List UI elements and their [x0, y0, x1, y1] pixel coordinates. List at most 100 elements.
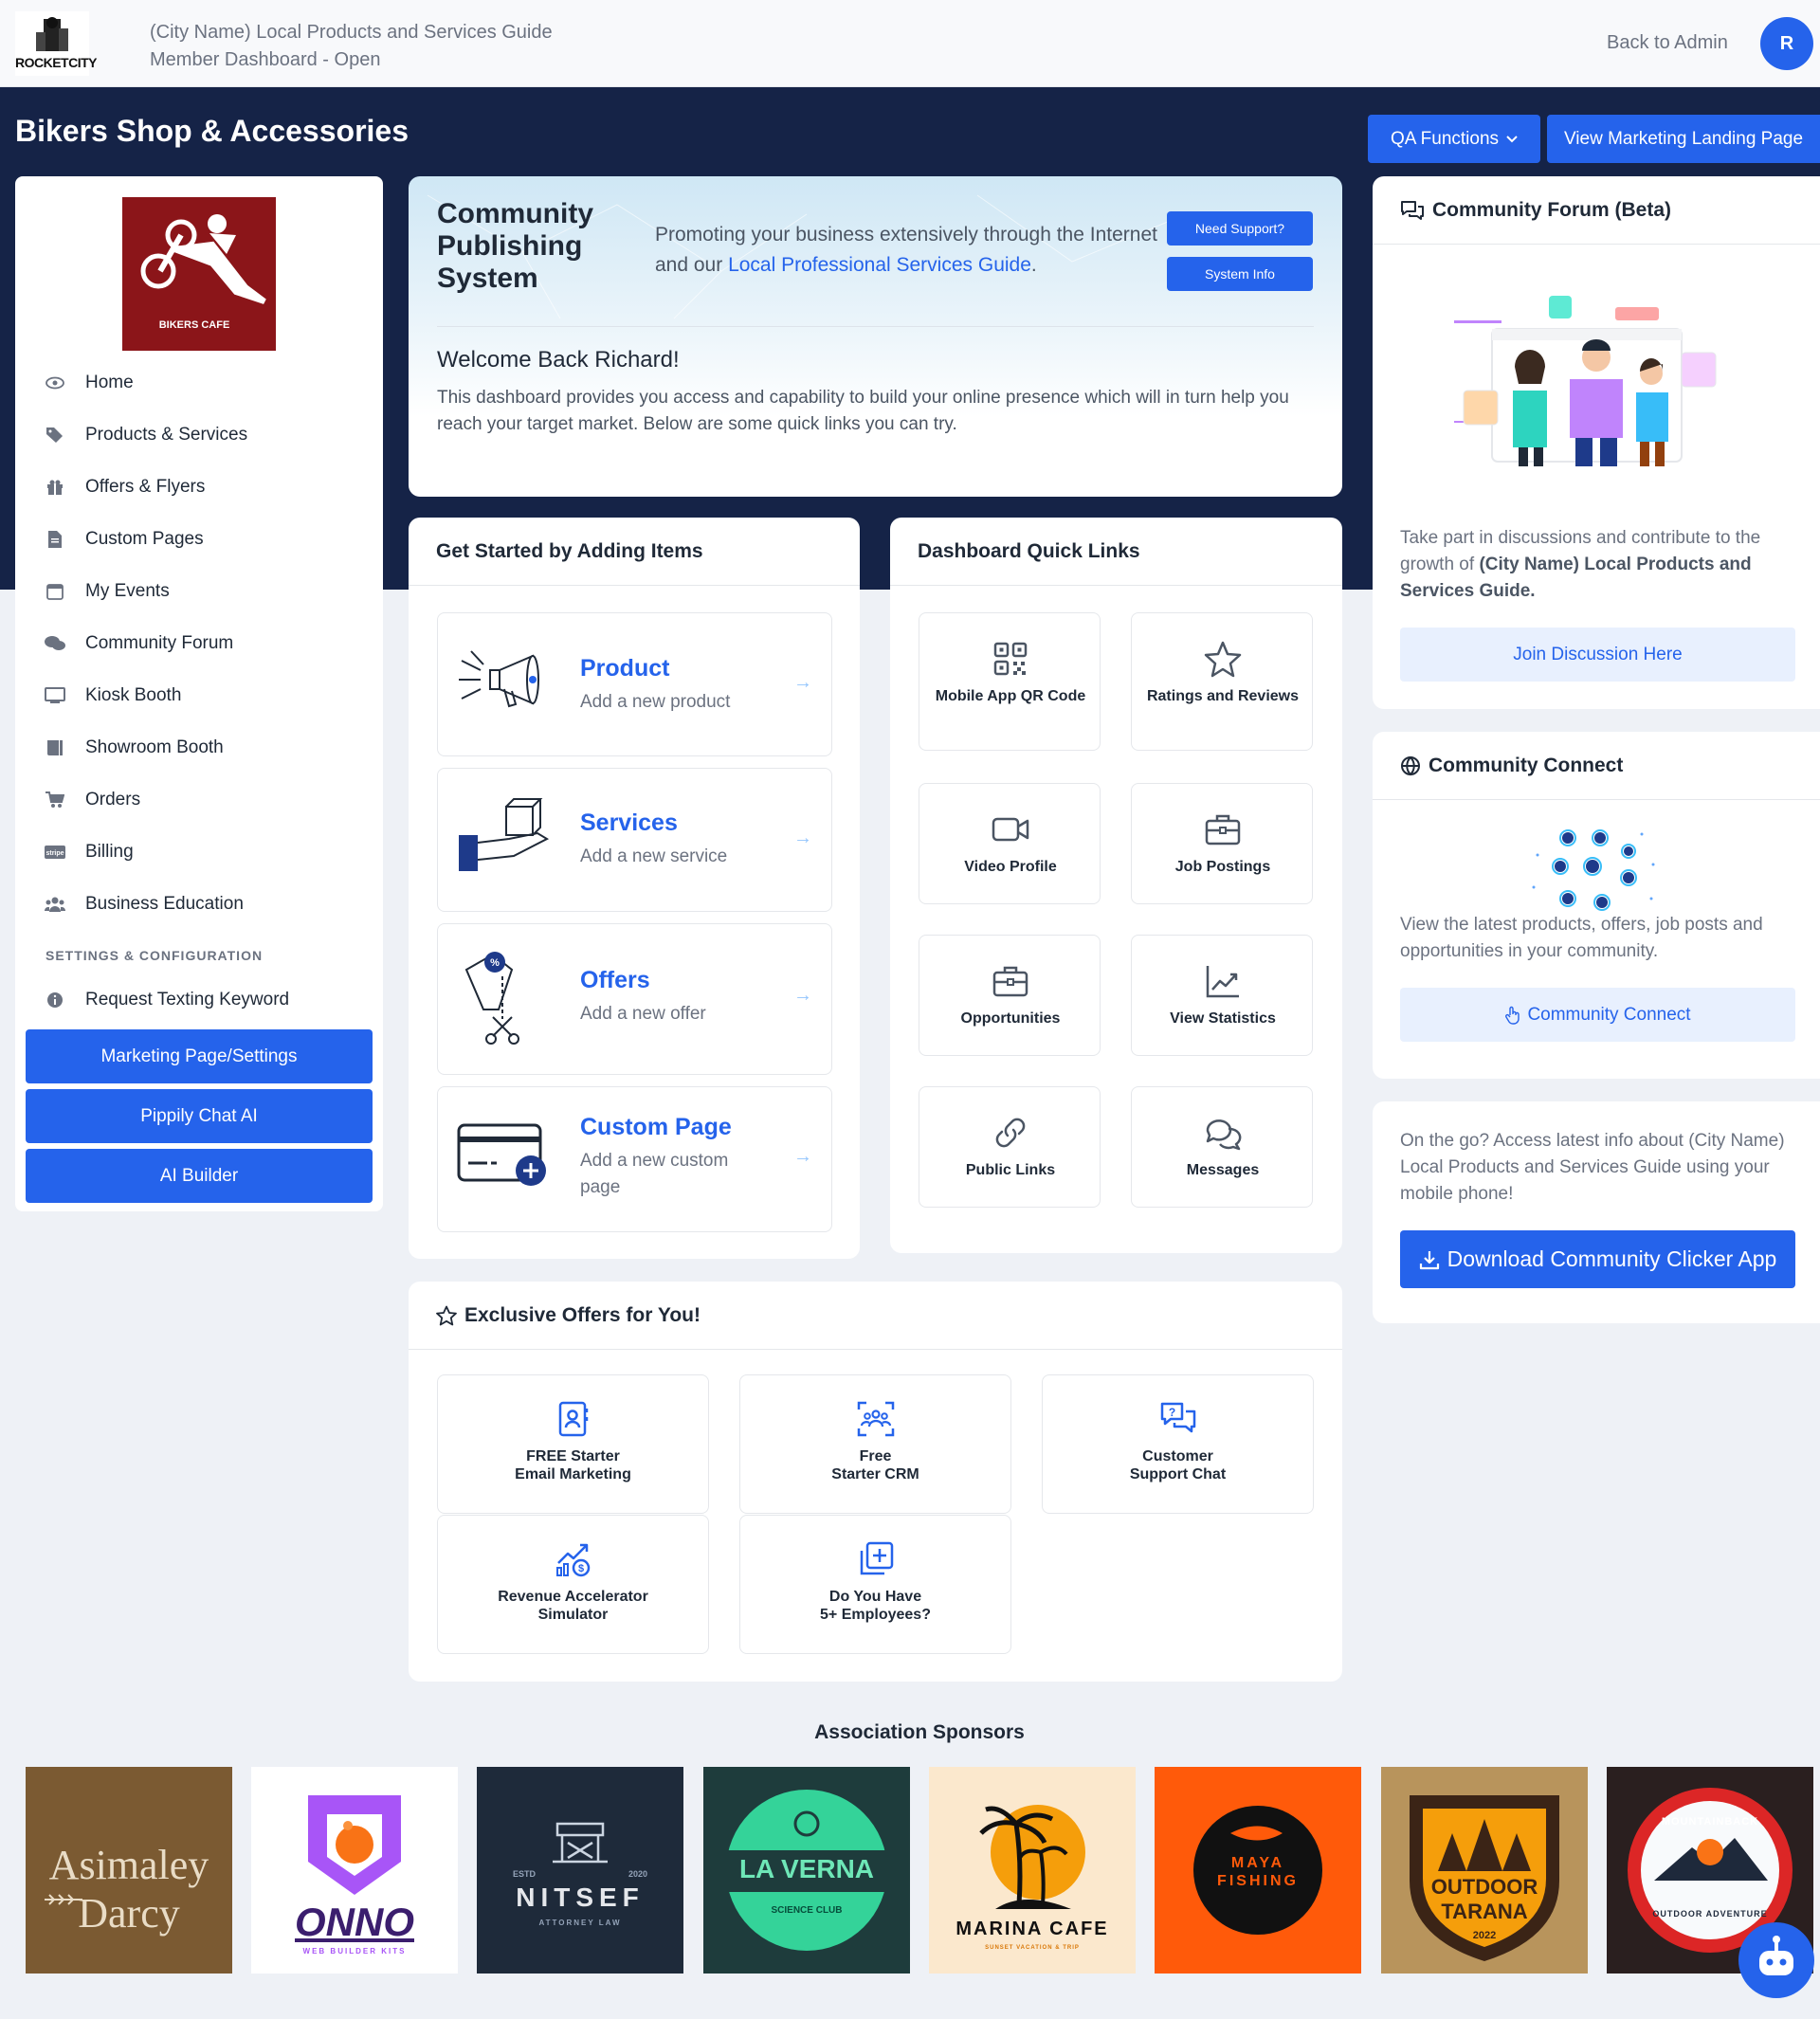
download-icon	[1419, 1250, 1439, 1269]
svg-text:?: ?	[1169, 1406, 1175, 1419]
pippily-chat-ai-button[interactable]: Pippily Chat AI	[26, 1089, 373, 1143]
sidebar-item-showroom-booth[interactable]: Showroom Booth	[44, 729, 224, 767]
quicklink-opportunities[interactable]: Opportunities	[919, 935, 1101, 1056]
quicklink-view-statistics[interactable]: View Statistics	[1131, 935, 1313, 1056]
coupon-scissors-icon: %	[464, 952, 519, 1045]
quicklink-label: View Statistics	[1170, 1010, 1276, 1027]
offer-customer-support-chat[interactable]: ? Customer Support Chat	[1042, 1374, 1314, 1514]
need-support-button[interactable]: Need Support?	[1167, 211, 1313, 246]
info-icon	[44, 989, 66, 1011]
offer-free-starter-crm[interactable]: Free Starter CRM	[739, 1374, 1011, 1514]
get-started-panel: Get Started by Adding Items Product Add …	[409, 518, 860, 1259]
download-app-label: Download Community Clicker App	[1447, 1246, 1777, 1271]
arrow-right-icon: →	[793, 1146, 812, 1167]
add-product-card[interactable]: Product Add a new product →	[437, 612, 832, 756]
add-offers-card[interactable]: % Offers Add a new offer →	[437, 923, 832, 1075]
chatbot-launcher-button[interactable]	[1738, 1922, 1814, 1998]
offer-revenue-accelerator[interactable]: $ Revenue Accelerator Simulator	[437, 1515, 709, 1654]
add-services-card[interactable]: Services Add a new service →	[437, 768, 832, 912]
ai-builder-button[interactable]: AI Builder	[26, 1149, 373, 1203]
get-started-heading: Get Started by Adding Items	[409, 518, 860, 586]
divider	[437, 326, 1314, 327]
sidebar-item-label: Request Texting Keyword	[85, 990, 290, 1010]
sidebar-item-label: Home	[85, 373, 134, 392]
sponsor-name: NITSEF	[516, 1883, 645, 1912]
cps-title: Community Publishing System	[437, 198, 593, 294]
community-connect-button[interactable]: Community Connect	[1400, 988, 1795, 1042]
exclusive-offers-panel: Exclusive Offers for You! FREE Starter Em…	[409, 1282, 1342, 1682]
sidebar-item-business-education[interactable]: Business Education	[44, 885, 244, 923]
sidebar-item-home[interactable]: Home	[44, 364, 134, 402]
user-avatar[interactable]: R	[1760, 17, 1813, 70]
sidebar-item-label: Community Forum	[85, 633, 234, 653]
calendar-icon	[44, 580, 66, 603]
sponsor-logo-onno[interactable]: ONNO WEB BUILDER KITS	[251, 1767, 458, 1974]
qa-functions-button[interactable]: QA Functions	[1368, 115, 1540, 163]
exclusive-offers-header: Exclusive Offers for You!	[409, 1282, 1342, 1350]
back-to-admin-link[interactable]: Back to Admin	[1607, 32, 1728, 54]
sponsor-logo-asimaley[interactable]: Asimaley Darcy	[26, 1767, 232, 1974]
community-forum-card: Community Forum (Beta) Take part in disc…	[1373, 176, 1820, 709]
rocket-city-emblem	[36, 17, 68, 51]
sponsor-name: MARINA CAFE	[956, 1919, 1109, 1939]
chevron-down-icon	[1506, 135, 1518, 142]
system-info-button[interactable]: System Info	[1167, 257, 1313, 291]
sponsor-name: OUTDOOR TARANA	[1430, 1875, 1538, 1923]
sponsor-estd: ESTD	[513, 1869, 537, 1879]
sidebar-item-offers-flyers[interactable]: Offers & Flyers	[44, 468, 205, 506]
chat-bubbles-icon	[1401, 200, 1424, 220]
top-bar: ROCKETCITY (City Name) Local Products an…	[0, 0, 1820, 87]
cps-tagline: Promoting your business extensively thro…	[655, 220, 1167, 281]
join-discussion-button[interactable]: Join Discussion Here	[1400, 628, 1795, 682]
download-app-button[interactable]: Download Community Clicker App	[1400, 1230, 1795, 1288]
sidebar-item-custom-pages[interactable]: Custom Pages	[44, 520, 204, 558]
community-network-illustration	[1532, 829, 1655, 911]
sidebar-item-kiosk-booth[interactable]: Kiosk Booth	[44, 677, 181, 715]
briefcase-icon	[992, 966, 1028, 997]
add-custom-page-card[interactable]: Custom Page Add a new custom page →	[437, 1086, 832, 1232]
outdoor-tarana-emblem	[1410, 1795, 1559, 1961]
sidebar-item-my-events[interactable]: My Events	[44, 573, 170, 610]
sponsor-logo-marina-cafe[interactable]: MARINA CAFE SUNSET VACATION & TRIP	[929, 1767, 1136, 1974]
sponsor-logo-nitsef[interactable]: ESTD 2020 NITSEF ATTORNEY LAW	[477, 1767, 683, 1974]
video-icon	[992, 817, 1029, 842]
forum-people-illustration	[1454, 296, 1717, 466]
sponsor-logo-maya-fishing[interactable]: MAYA FISHING	[1155, 1767, 1361, 1974]
quick-links-panel: Dashboard Quick Links Mobile App QR Code…	[890, 518, 1342, 1253]
sponsor-name: MOUNTAINBACK	[1661, 1816, 1759, 1828]
sidebar-item-label: Products & Services	[85, 425, 248, 445]
star-outline-icon	[436, 1305, 457, 1325]
view-marketing-landing-button[interactable]: View Marketing Landing Page	[1547, 115, 1820, 163]
gift-icon	[44, 476, 66, 499]
robot-icon	[1759, 1936, 1793, 1975]
quicklink-video-profile[interactable]: Video Profile	[919, 783, 1101, 904]
sidebar-item-community-forum[interactable]: Community Forum	[44, 625, 233, 663]
marketing-page-settings-button[interactable]: Marketing Page/Settings	[26, 1029, 373, 1083]
offer-label: Customer Support Chat	[1043, 1447, 1313, 1483]
sidebar-item-label: Billing	[85, 842, 134, 862]
quicklink-public-links[interactable]: Public Links	[919, 1086, 1101, 1208]
sponsor-logo-la-verna[interactable]: LA VERNA SCIENCE CLUB	[703, 1767, 910, 1974]
sidebar-item-billing[interactable]: stripe Billing	[44, 833, 134, 871]
offer-label-line1: Do You Have	[828, 1589, 922, 1605]
quicklink-mobile-app-qr[interactable]: Mobile App QR Code	[919, 612, 1101, 751]
quicklink-label: Mobile App QR Code	[935, 688, 1086, 704]
globe-icon	[1401, 755, 1420, 775]
site-logo[interactable]: ROCKETCITY	[15, 11, 98, 76]
community-forum-heading: Community Forum (Beta)	[1432, 198, 1671, 221]
quicklink-job-postings[interactable]: Job Postings	[1131, 783, 1313, 904]
svg-text:stripe: stripe	[46, 850, 64, 857]
arrow-right-icon: →	[793, 672, 812, 693]
offer-free-email-marketing[interactable]: FREE Starter Email Marketing	[437, 1374, 709, 1514]
support-chat-icon: ?	[1160, 1402, 1196, 1433]
offer-five-plus-employees[interactable]: Do You Have 5+ Employees?	[739, 1515, 1011, 1654]
quicklink-messages[interactable]: Messages	[1131, 1086, 1313, 1208]
sidebar-item-request-texting-keyword[interactable]: Request Texting Keyword	[44, 981, 289, 1019]
quicklink-ratings-reviews[interactable]: Ratings and Reviews	[1131, 612, 1313, 751]
team-scan-icon	[857, 1401, 895, 1437]
sponsor-logo-outdoor-tarana[interactable]: OUTDOOR TARANA 2022	[1381, 1767, 1588, 1974]
sidebar-item-products-services[interactable]: Products & Services	[44, 416, 247, 454]
sidebar-item-orders[interactable]: Orders	[44, 781, 140, 819]
local-professional-services-link[interactable]: Local Professional Services Guide	[728, 254, 1031, 276]
add-services-title: Services	[580, 809, 678, 836]
